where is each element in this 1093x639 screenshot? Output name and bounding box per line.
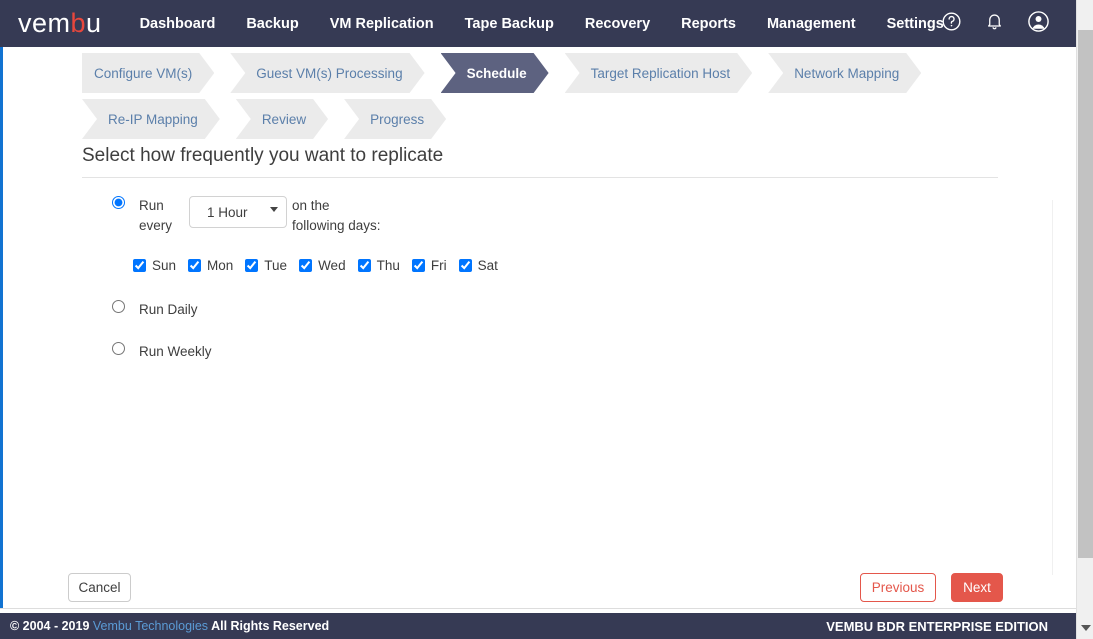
wizard-step-label: Guest VM(s) Processing xyxy=(256,65,403,81)
logo-text-part1: vem xyxy=(18,8,71,38)
next-button[interactable]: Next xyxy=(951,573,1003,602)
run-daily-label: Run Daily xyxy=(139,302,198,317)
radio-run-every[interactable] xyxy=(112,196,125,209)
checkbox-wed[interactable] xyxy=(299,259,313,272)
weekday-checkbox-group: Sun Mon Tue Wed Thu Fri Sat xyxy=(133,258,510,273)
wizard-step-configure-vms[interactable]: Configure VM(s) xyxy=(82,53,214,93)
wizard-step-row-1: Configure VM(s) Guest VM(s) Processing S… xyxy=(82,53,872,93)
wizard-step-label: Network Mapping xyxy=(794,65,900,81)
help-icon[interactable] xyxy=(941,11,962,37)
weekday-label: Mon xyxy=(207,258,234,273)
wizard-step-re-ip-mapping[interactable]: Re-IP Mapping xyxy=(82,99,220,139)
scrollbar-thumb[interactable] xyxy=(1078,30,1093,558)
wizard-step-review[interactable]: Review xyxy=(236,99,328,139)
scroll-down-arrow[interactable] xyxy=(1077,617,1093,639)
run-every-suffix-label: on the following days: xyxy=(292,198,381,233)
left-accent-rail xyxy=(0,47,3,608)
weekday-label: Wed xyxy=(318,258,346,273)
run-every-label-line2: every xyxy=(139,218,173,233)
nav-item-reports[interactable]: Reports xyxy=(681,16,736,32)
run-every-label: Run every xyxy=(139,196,185,236)
user-account-icon[interactable] xyxy=(1027,10,1050,38)
run-weekly-label: Run Weekly xyxy=(139,344,212,359)
weekday-sun[interactable]: Sun xyxy=(133,258,176,273)
wizard-step-label: Target Replication Host xyxy=(590,65,731,81)
checkbox-tue[interactable] xyxy=(245,259,259,272)
footer-rights-text: All Rights Reserved xyxy=(211,619,330,633)
wizard-step-label: Progress xyxy=(370,111,425,127)
weekday-thu[interactable]: Thu xyxy=(357,258,400,273)
radio-run-weekly[interactable] xyxy=(112,342,125,355)
footer-bar: © 2004 - 2019 Vembu Technologies All Rig… xyxy=(0,613,1076,639)
weekday-label: Thu xyxy=(376,258,400,273)
chevron-down-icon xyxy=(1080,625,1091,631)
footer-company-link[interactable]: Vembu Technologies xyxy=(93,619,208,633)
footer-copyright-years: © 2004 - 2019 xyxy=(10,619,90,633)
checkbox-thu[interactable] xyxy=(357,259,371,272)
vertical-scrollbar[interactable] xyxy=(1076,0,1093,639)
footer-copyright: © 2004 - 2019 Vembu Technologies All Rig… xyxy=(10,619,329,633)
weekday-label: Fri xyxy=(430,258,447,273)
frequency-select[interactable]: 1 Hour xyxy=(189,196,287,228)
page-title: Select how frequently you want to replic… xyxy=(82,145,444,166)
top-navigation-bar: vem b u Dashboard Backup VM Replication Ta… xyxy=(0,0,1076,47)
weekday-mon[interactable]: Mon xyxy=(188,258,233,273)
radio-run-daily[interactable] xyxy=(112,300,125,313)
nav-item-vm-replication[interactable]: VM Replication xyxy=(330,16,434,32)
notification-bell-icon[interactable] xyxy=(985,11,1004,36)
footer-edition-label: VEMBU BDR ENTERPRISE EDITION xyxy=(826,618,1048,634)
nav-icon-group xyxy=(941,0,1050,47)
option-run-daily-row: Run Daily xyxy=(112,300,198,320)
nav-item-recovery[interactable]: Recovery xyxy=(585,16,650,32)
wizard-step-label: Review xyxy=(261,111,307,127)
checkbox-fri[interactable] xyxy=(411,259,425,272)
weekday-label: Tue xyxy=(264,258,288,273)
option-run-every-row: Run every 1 Hour on the following days: xyxy=(112,196,384,236)
nav-item-settings[interactable]: Settings xyxy=(887,16,944,32)
checkbox-mon[interactable] xyxy=(188,259,202,272)
checkbox-sun[interactable] xyxy=(133,259,146,272)
wizard-step-breadcrumb: Configure VM(s) Guest VM(s) Processing S… xyxy=(82,53,872,139)
nav-item-dashboard[interactable]: Dashboard xyxy=(140,16,216,32)
wizard-step-schedule[interactable]: Schedule xyxy=(441,53,549,93)
nav-item-tape-backup[interactable]: Tape Backup xyxy=(465,16,554,32)
wizard-step-label: Schedule xyxy=(466,65,527,81)
nav-item-management[interactable]: Management xyxy=(767,16,856,32)
wizard-step-label: Configure VM(s) xyxy=(94,65,193,81)
application-window: vem b u Dashboard Backup VM Replication Ta… xyxy=(0,0,1093,639)
weekday-tue[interactable]: Tue xyxy=(245,258,287,273)
weekday-sat[interactable]: Sat xyxy=(458,258,498,273)
wizard-step-row-2: Re-IP Mapping Review Progress xyxy=(82,99,872,139)
weekday-wed[interactable]: Wed xyxy=(299,258,346,273)
nav-links: Dashboard Backup VM Replication Tape Bac… xyxy=(140,16,944,32)
frequency-select-shell: 1 Hour xyxy=(185,196,287,228)
action-bar-divider xyxy=(0,608,1076,609)
weekday-fri[interactable]: Fri xyxy=(411,258,447,273)
checkbox-sat[interactable] xyxy=(458,259,472,272)
run-every-label-line1: Run xyxy=(139,198,164,213)
option-run-weekly-row: Run Weekly xyxy=(112,342,212,362)
wizard-step-label: Re-IP Mapping xyxy=(108,111,198,127)
previous-button[interactable]: Previous xyxy=(860,573,936,602)
nav-item-backup[interactable]: Backup xyxy=(246,16,298,32)
logo-text-part2: b xyxy=(70,8,87,38)
wizard-step-network-mapping[interactable]: Network Mapping xyxy=(768,53,921,93)
weekday-label: Sun xyxy=(152,258,177,273)
cancel-button[interactable]: Cancel xyxy=(68,573,131,602)
title-divider xyxy=(82,177,998,178)
wizard-step-guest-vms-processing[interactable]: Guest VM(s) Processing xyxy=(230,53,424,93)
content-inner-rule xyxy=(1052,200,1053,575)
weekday-label: Sat xyxy=(477,258,498,273)
logo-text-part3: u xyxy=(86,8,102,38)
vembu-logo[interactable]: vem b u xyxy=(18,10,102,37)
wizard-step-target-replication-host[interactable]: Target Replication Host xyxy=(565,53,753,93)
wizard-step-progress[interactable]: Progress xyxy=(344,99,446,139)
